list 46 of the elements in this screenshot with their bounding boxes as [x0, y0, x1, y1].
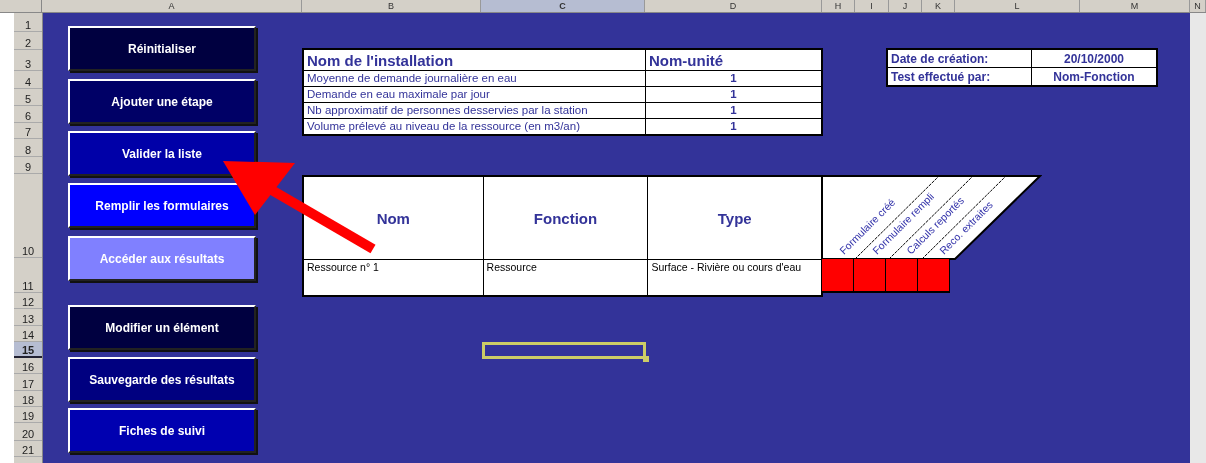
row-header[interactable]: 2 — [14, 32, 42, 50]
column-header[interactable]: A — [42, 0, 302, 12]
macro-button[interactable]: Modifier un élément — [68, 305, 256, 350]
table-cell: Demande en eau maximale par jour — [303, 86, 646, 103]
row-header[interactable]: 19 — [14, 407, 42, 423]
table-cell: Moyenne de demande journalière en eau — [303, 70, 646, 87]
column-header[interactable]: N — [1190, 0, 1206, 12]
row-header[interactable]: 8 — [14, 139, 42, 157]
column-header[interactable]: C — [481, 0, 645, 12]
row-header[interactable]: 10 — [14, 174, 42, 258]
fill-handle[interactable] — [643, 356, 649, 362]
row-header[interactable]: 4 — [14, 71, 42, 89]
row-header[interactable]: 3 — [14, 50, 42, 71]
row-header[interactable]: 20 — [14, 423, 42, 441]
column-header[interactable]: I — [855, 0, 889, 12]
row-header[interactable]: 11 — [14, 258, 42, 293]
macro-button[interactable]: Ajouter une étape — [68, 79, 256, 124]
row-header[interactable]: 9 — [14, 157, 42, 174]
row-header[interactable]: 7 — [14, 123, 42, 139]
row-header[interactable]: 1 — [14, 13, 42, 32]
column-header[interactable]: M — [1080, 0, 1190, 12]
row-header[interactable]: 18 — [14, 391, 42, 407]
header-cell: Nom de l'installation — [303, 49, 646, 71]
macro-button[interactable]: Remplir les formulaires — [68, 183, 256, 228]
row-header[interactable]: 16 — [14, 358, 42, 374]
macro-button[interactable]: Fiches de suivi — [68, 408, 256, 453]
macro-button[interactable]: Sauvegarde des résultats — [68, 357, 256, 402]
row-header[interactable]: 5 — [14, 89, 42, 106]
column-header[interactable]: L — [955, 0, 1080, 12]
table-cell: Date de création: — [887, 49, 1032, 68]
header-cell: Fonction — [483, 176, 648, 260]
column-header[interactable]: J — [889, 0, 922, 12]
row-header[interactable]: 13 — [14, 309, 42, 326]
row-header[interactable]: 6 — [14, 106, 42, 123]
column-header[interactable]: K — [922, 0, 955, 12]
row-header[interactable]: 15 — [14, 342, 42, 358]
row-header[interactable]: 17 — [14, 374, 42, 391]
row-header[interactable]: 21 — [14, 441, 42, 457]
row-header[interactable]: 12 — [14, 293, 42, 309]
macro-button[interactable]: Réinitialiser — [68, 26, 256, 71]
column-header[interactable]: D — [645, 0, 822, 12]
macro-button[interactable]: Valider la liste — [68, 131, 256, 176]
column-header[interactable]: H — [822, 0, 855, 12]
header-cell: Nom — [303, 176, 484, 260]
selected-cell[interactable] — [482, 342, 646, 359]
table-cell: Nb approximatif de personnes desservies par la station — [303, 102, 646, 119]
